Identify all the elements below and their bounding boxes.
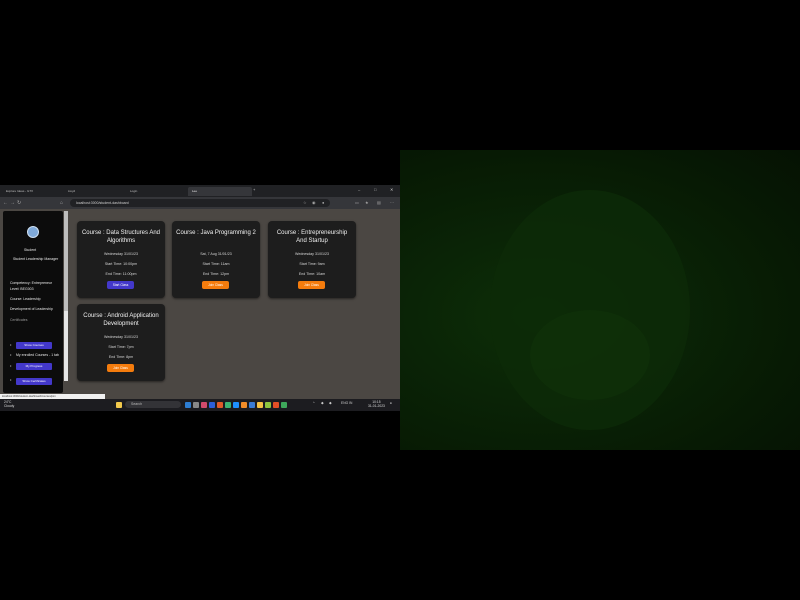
sidebar-line-1: Competency: Entrepreneur (10, 281, 53, 285)
weather-desc: Cloudy (4, 404, 15, 408)
course-title: Course : Entrepreneurship And Startup (276, 230, 348, 244)
student-name: Student (24, 248, 37, 252)
powerpoint-icon[interactable] (217, 402, 223, 408)
course-start: Start Time: 7pm (108, 345, 134, 349)
course-end: End Time: 12pm (202, 272, 230, 276)
start-class-button[interactable]: Start Class (107, 281, 134, 289)
sidebar-link[interactable]: Certificates (10, 318, 28, 322)
tray-chevron-icon[interactable]: ^ (313, 401, 315, 405)
join-class-button[interactable]: Join Class (298, 281, 325, 289)
course-card: Course : Data Structures And Algorithms … (77, 221, 165, 298)
course-date: Wednesday 31/01/23 (104, 252, 138, 256)
bullet-icon: • (10, 342, 12, 347)
bullet-icon: • (10, 352, 12, 357)
join-class-button[interactable]: Join Class (107, 364, 134, 372)
explorer-icon[interactable] (257, 402, 263, 408)
webcam-feed (400, 150, 800, 450)
split-icon[interactable]: ▭ (355, 200, 359, 205)
course-date: Wednesday 31/01/23 (295, 252, 329, 256)
course-date: Sat, 7 Aug 31/01/23 (200, 252, 232, 256)
weather-widget[interactable]: 24°C Cloudy (4, 400, 14, 408)
course-end: End Time: 8pm (108, 355, 134, 359)
bullet-icon: • (10, 363, 12, 368)
page-content: Student Student Leadership Manager Compe… (0, 209, 400, 394)
url-input[interactable]: localhost:3000/student-dashboard (70, 199, 330, 207)
course-start: Start Time: 10:00pm (104, 262, 138, 266)
tab-lloyd[interactable]: Lloyd (64, 187, 124, 196)
close-icon[interactable]: ✕ (390, 187, 393, 192)
clock[interactable]: 10:15 31-01-2023 (368, 400, 385, 408)
show-courses-button[interactable]: Show Courses (16, 342, 52, 349)
show-certificates-button[interactable]: Show Certificates (16, 378, 52, 385)
extension-icon[interactable]: ◉ (312, 200, 316, 205)
task-view-icon[interactable] (185, 402, 191, 408)
sidebar-line-2: Level: BEG003 (10, 287, 34, 291)
course-date: Wednesday 31/01/23 (104, 335, 138, 339)
app-icon-3[interactable] (273, 402, 279, 408)
course-end: End Time: 10am (298, 272, 326, 276)
tab-explore[interactable]: Explore Ideas - GTX (2, 187, 62, 196)
favorites-icon[interactable]: ★ (365, 200, 369, 205)
student-role: Student Leadership Manager (13, 257, 59, 261)
minimize-icon[interactable]: – (358, 187, 360, 192)
vscode-icon[interactable] (249, 402, 255, 408)
reload-icon[interactable]: ↻ (17, 200, 21, 206)
sidebar-list-item[interactable]: My enrolled Courses - 1 tab (16, 353, 59, 357)
taskbar: 24°C Cloudy Search ^ ◆ ◆ ENG IN 10:15 31… (0, 399, 400, 411)
clock-date: 31-01-2023 (368, 404, 385, 408)
sidebar-line-4: Development of Leadership (10, 307, 53, 311)
tray-icon[interactable]: ◆ (329, 401, 332, 405)
bookmark-icon[interactable]: ☆ (303, 200, 307, 205)
course-start: Start Time: 9am (299, 262, 325, 266)
course-title: Course : Android Application Development (83, 313, 159, 327)
scrollbar-thumb[interactable] (64, 211, 68, 311)
sidebar: Student Student Leadership Manager Compe… (3, 211, 63, 393)
webcam-highlight (530, 310, 650, 400)
chrome-icon[interactable] (225, 402, 231, 408)
home-icon[interactable]: ⌂ (60, 200, 63, 206)
start-icon[interactable] (116, 402, 122, 408)
course-title: Course : Java Programming 2 (176, 230, 256, 236)
join-class-button[interactable]: Join Class (202, 281, 229, 289)
course-start: Start Time: 11am (202, 262, 230, 266)
sidebar-line-3: Course: Leadership (10, 297, 41, 301)
tab-login[interactable]: Login (126, 187, 186, 196)
menu-icon[interactable]: ⋯ (390, 200, 394, 205)
word-icon[interactable] (209, 402, 215, 408)
widgets-icon[interactable] (193, 402, 199, 408)
address-bar-row: ← → ↻ ⌂ localhost:3000/student-dashboard… (0, 197, 400, 209)
course-card: Course : Entrepreneurship And Startup We… (268, 221, 356, 298)
browser-tab-bar: Explore Ideas - GTX Lloyd Login Lee + – … (0, 185, 400, 197)
collections-icon[interactable]: ▤ (377, 200, 381, 205)
taskbar-search[interactable]: Search (125, 401, 181, 408)
avatar (27, 226, 39, 238)
back-icon[interactable]: ← (3, 200, 8, 206)
my-progress-button[interactable]: My Progress (16, 363, 52, 370)
new-tab-icon[interactable]: + (253, 187, 255, 192)
tray-icon[interactable]: ◆ (321, 401, 324, 405)
app-icon-4[interactable] (281, 402, 287, 408)
vlc-icon[interactable] (241, 402, 247, 408)
maximize-icon[interactable]: □ (374, 187, 376, 192)
edge-icon[interactable] (233, 402, 239, 408)
forward-icon[interactable]: → (10, 200, 15, 206)
app-icon[interactable] (201, 402, 207, 408)
bullet-icon: • (10, 377, 12, 382)
screen-capture: Explore Ideas - GTX Lloyd Login Lee + – … (0, 185, 400, 411)
course-card: Course : Java Programming 2 Sat, 7 Aug 3… (172, 221, 260, 298)
course-end: End Time: 11:00pm (105, 272, 137, 276)
tab-active[interactable]: Lee (188, 187, 252, 196)
course-card: Course : Android Application Development… (77, 304, 165, 381)
app-icon-2[interactable] (265, 402, 271, 408)
notification-icon[interactable]: ● (390, 401, 392, 405)
profile-icon[interactable]: ● (322, 200, 324, 205)
course-title: Course : Data Structures And Algorithms (81, 230, 161, 244)
language-indicator[interactable]: ENG IN (341, 401, 352, 405)
